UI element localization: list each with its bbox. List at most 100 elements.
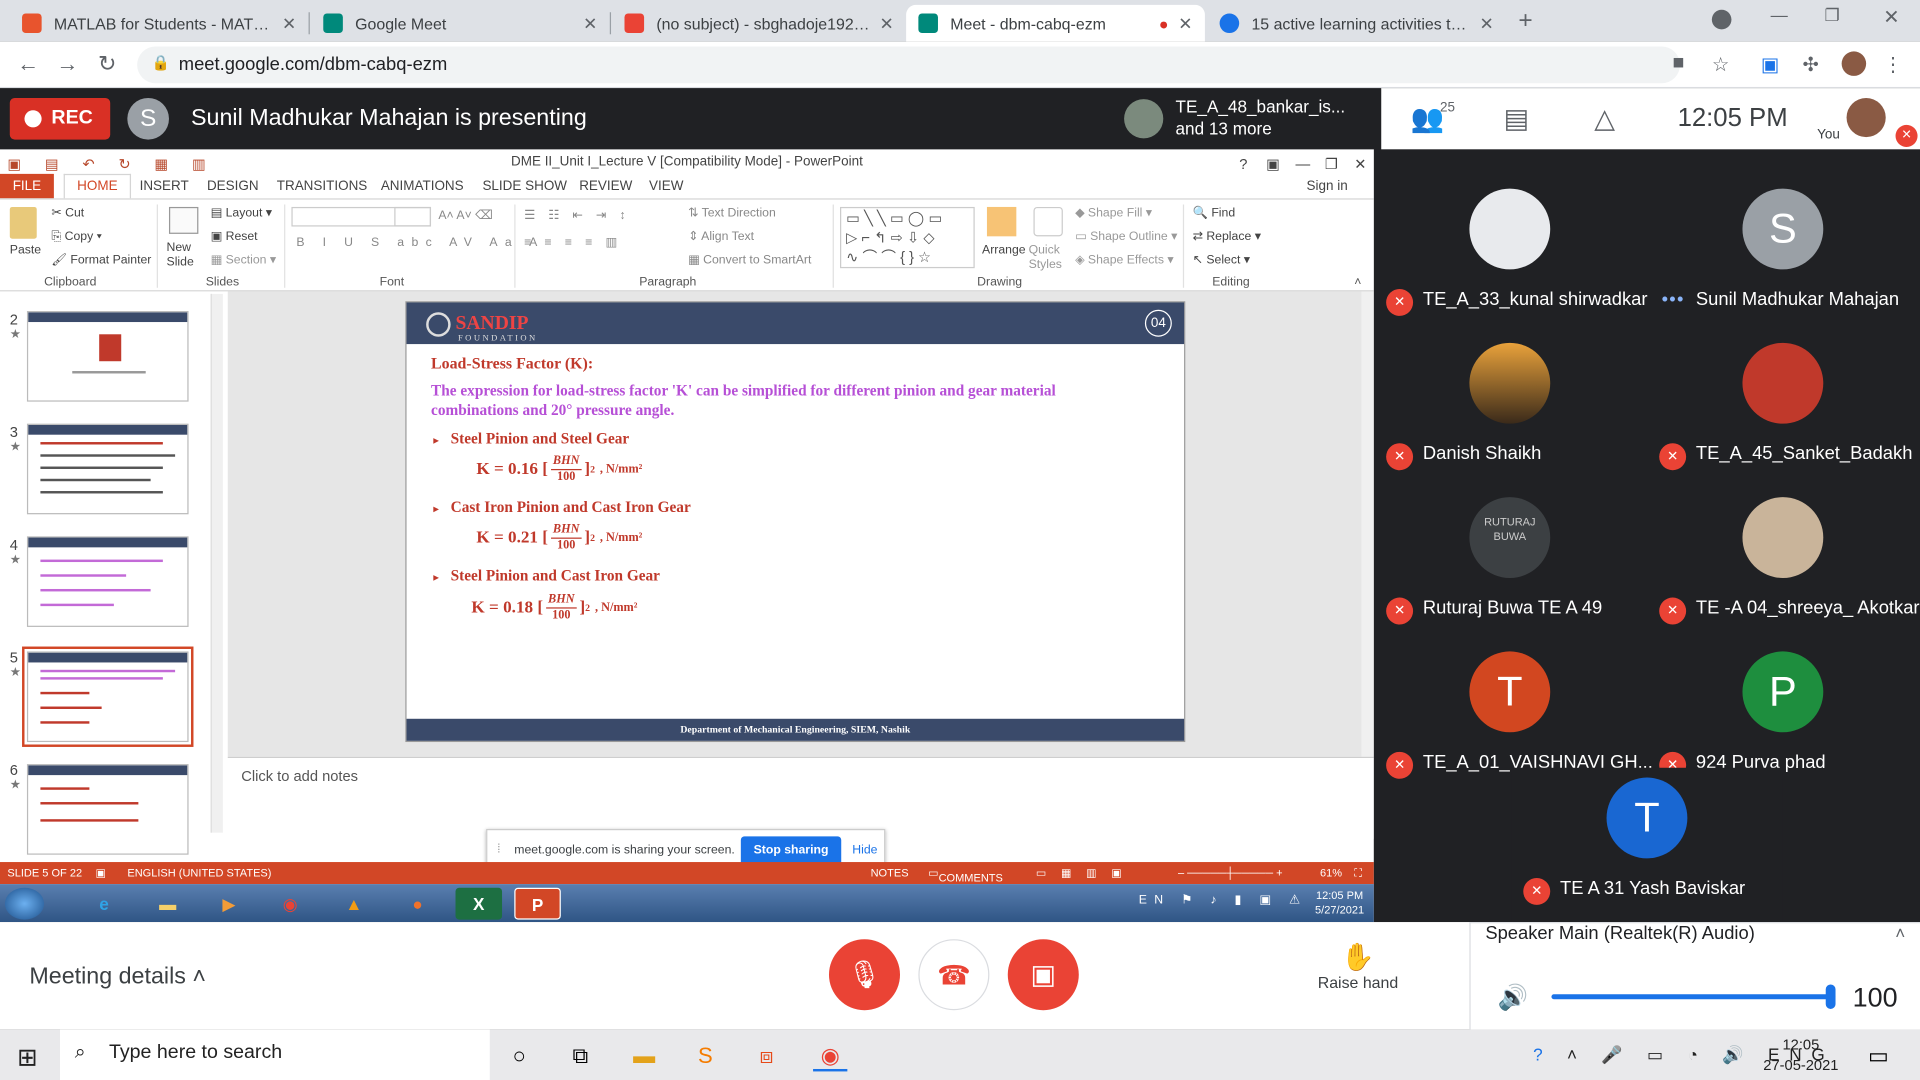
reset-button[interactable]: ▣ Reset (211, 230, 258, 243)
quick-styles-button[interactable]: Quick Styles (1029, 244, 1066, 273)
taskbar-clock[interactable]: 12:05 27-05-2021 (1763, 1035, 1838, 1077)
fit-slide-icon[interactable]: ⛶ (1354, 867, 1362, 880)
leave-call-button[interactable]: ☎ (918, 939, 990, 1011)
format-painter-button[interactable]: 🖌 Format Painter (51, 253, 151, 266)
drag-handle-icon[interactable]: ⁞ (497, 842, 500, 855)
convert-smartart-button[interactable]: ▦ Convert to SmartArt (688, 253, 811, 266)
tab-insert[interactable]: INSERT (140, 179, 189, 194)
firefox-icon[interactable]: ● (394, 888, 441, 920)
media-player-icon[interactable]: ▶ (206, 888, 253, 920)
browser-tab-active[interactable]: Meet - dbm-cabq-ezm ● ✕ (906, 4, 1205, 42)
participant-tile[interactable]: ✕ TE_A_45_Sanket_Badakh (1647, 333, 1919, 487)
file-explorer-icon[interactable]: ▬ (627, 1040, 661, 1072)
file-explorer-icon[interactable]: ▬ (144, 888, 191, 920)
extension-icon[interactable]: ▣ (1761, 53, 1780, 77)
microphone-toggle-button[interactable]: 🎙 (828, 939, 901, 1011)
windows-start-icon[interactable]: ⊞ (17, 1042, 38, 1073)
app-icon[interactable]: ⧈ (749, 1040, 783, 1072)
help-icon[interactable]: ? (1239, 152, 1247, 176)
shape-fill-button[interactable]: ◆ Shape Fill ▾ (1075, 207, 1152, 220)
copy-button[interactable]: ⎘ Copy ▾ (51, 230, 101, 243)
browser-tab[interactable]: MATLAB for Students - MATLAB & ✕ (10, 5, 309, 42)
list-buttons[interactable]: ☰ ☷ ⇤ ⇥ ↕ (524, 209, 630, 222)
replace-button[interactable]: ⇄ Replace ▾ (1193, 230, 1261, 243)
tab-view[interactable]: VIEW (649, 179, 683, 194)
select-button[interactable]: ↖ Select ▾ (1193, 253, 1250, 266)
paste-icon[interactable] (9, 206, 37, 239)
shape-outline-button[interactable]: ▭ Shape Outline ▾ (1075, 230, 1177, 243)
volume-slider-handle[interactable] (1825, 984, 1836, 1009)
close-icon[interactable]: ✕ (1178, 13, 1192, 34)
forward-icon[interactable]: → (56, 51, 78, 77)
help-icon[interactable]: ? (1533, 1044, 1552, 1064)
excel-icon[interactable]: X (455, 887, 503, 920)
raise-hand-button[interactable]: ✋ Raise hand (1313, 942, 1404, 992)
text-direction-button[interactable]: ⇅ Text Direction (688, 207, 776, 220)
arrange-icon[interactable] (986, 206, 1017, 237)
slide-thumbnail[interactable] (26, 311, 189, 402)
camera-icon[interactable]: ■ (1673, 53, 1685, 75)
self-avatar[interactable] (1846, 97, 1886, 138)
activities-icon[interactable]: △ (1594, 103, 1615, 135)
browser-tab[interactable]: Google Meet ✕ (311, 5, 610, 42)
tab-transitions[interactable]: TRANSITIONS (277, 179, 368, 194)
close-icon[interactable]: ✕ (282, 13, 296, 34)
participant-tile[interactable]: T ✕ TE A 31 Yash Baviskar (1511, 767, 1783, 923)
align-buttons[interactable]: ≡ ≡ ≡ ≡ ▥ (524, 236, 622, 249)
bookmark-star-icon[interactable]: ☆ (1712, 53, 1730, 77)
close-window-button[interactable]: ✕ (1883, 5, 1899, 29)
hide-banner-button[interactable]: Hide (852, 844, 877, 857)
powerpoint-icon[interactable]: P (514, 887, 561, 920)
close-button[interactable]: ✕ (1354, 152, 1366, 176)
chevron-up-icon[interactable]: ˄ (1895, 923, 1905, 943)
thumbnails-scrollbar[interactable] (210, 293, 223, 833)
shape-effects-button[interactable]: ◈ Shape Effects ▾ (1075, 253, 1173, 266)
notifications-icon[interactable]: ▭ (1861, 1040, 1895, 1072)
participant-tile[interactable]: ✕ Danish Shaikh (1374, 333, 1646, 487)
section-button[interactable]: ▦ Section ▾ (211, 253, 276, 266)
spellcheck-icon[interactable]: ▣ (96, 867, 106, 880)
new-tab-button[interactable]: + (1518, 7, 1532, 35)
close-icon[interactable]: ✕ (880, 13, 894, 34)
slide-thumbnail[interactable] (26, 536, 189, 627)
close-icon[interactable]: ✕ (583, 13, 597, 34)
current-slide[interactable]: SANDIP FOUNDATION 04 Load-Stress Factor (… (405, 301, 1186, 743)
ribbon-options-icon[interactable]: ▣ (1266, 152, 1280, 176)
restore-button[interactable]: ❐ (1325, 152, 1338, 176)
notes-pane[interactable]: Click to add notes (227, 756, 1374, 839)
quick-styles-icon[interactable] (1033, 206, 1063, 237)
camera-toggle-button[interactable]: ▣ (1007, 939, 1079, 1011)
taskbar-search-box[interactable]: ⌕ Type here to search (60, 1029, 490, 1080)
url-field[interactable]: 🔒 meet.google.com/dbm-cabq-ezm (137, 46, 1681, 84)
meeting-details-button[interactable]: Meeting details ˄ (29, 964, 206, 991)
view-buttons[interactable]: ▭▦▥▣ (1036, 867, 1136, 880)
reload-icon[interactable]: ↻ (98, 51, 116, 77)
internet-explorer-icon[interactable]: e (81, 888, 128, 920)
participant-tile[interactable]: RUTURAJ BUWA ✕ Ruturaj Buwa TE A 49 (1374, 487, 1646, 641)
find-button[interactable]: 🔍 Find (1193, 207, 1235, 220)
arrange-button[interactable]: Arrange (982, 244, 1026, 257)
participant-tile[interactable]: ✕ TE -A 04_shreeya_ Akotkar (1647, 487, 1920, 641)
tab-animations[interactable]: ANIMATIONS (381, 179, 464, 194)
shapes-gallery[interactable]: ▭ ╲ ╲ ▭ ◯ ▭ ▷ ⌐ ↰ ⇨ ⇩ ◇ ∿ ⌒ ⌒ { } ☆ (840, 206, 975, 269)
tab-slide-show[interactable]: SLIDE SHOW (482, 179, 567, 194)
menu-icon[interactable]: ⋮ (1883, 53, 1903, 77)
language-indicator[interactable]: ENGLISH (UNITED STATES) (127, 867, 271, 879)
quick-access-toolbar[interactable]: ▣ ▤ ↶ ↻ ▦ ▥ (7, 152, 215, 176)
font-size-field[interactable] (394, 206, 432, 227)
chrome-icon[interactable]: ◉ (813, 1040, 848, 1072)
font-format-buttons[interactable]: B I U S abc AV Aa A (296, 236, 544, 249)
chat-icon[interactable]: ▤ (1504, 103, 1529, 135)
paste-button[interactable]: Paste (10, 244, 41, 257)
font-size-buttons[interactable]: A˄ A˅ ⌫ (438, 209, 492, 222)
profile-avatar[interactable] (1841, 51, 1867, 76)
tab-review[interactable]: REVIEW (579, 179, 632, 194)
vlc-icon[interactable]: ▲ (331, 888, 378, 920)
minimize-button[interactable]: — (1771, 5, 1788, 25)
new-slide-icon[interactable] (168, 206, 199, 234)
new-slide-button[interactable]: New Slide (167, 241, 204, 270)
align-text-button[interactable]: ⇕ Align Text (688, 230, 754, 243)
slide-thumbnail-selected[interactable] (22, 646, 194, 747)
notes-button[interactable]: NOTES (855, 867, 909, 879)
tab-file[interactable]: FILE (0, 173, 54, 199)
